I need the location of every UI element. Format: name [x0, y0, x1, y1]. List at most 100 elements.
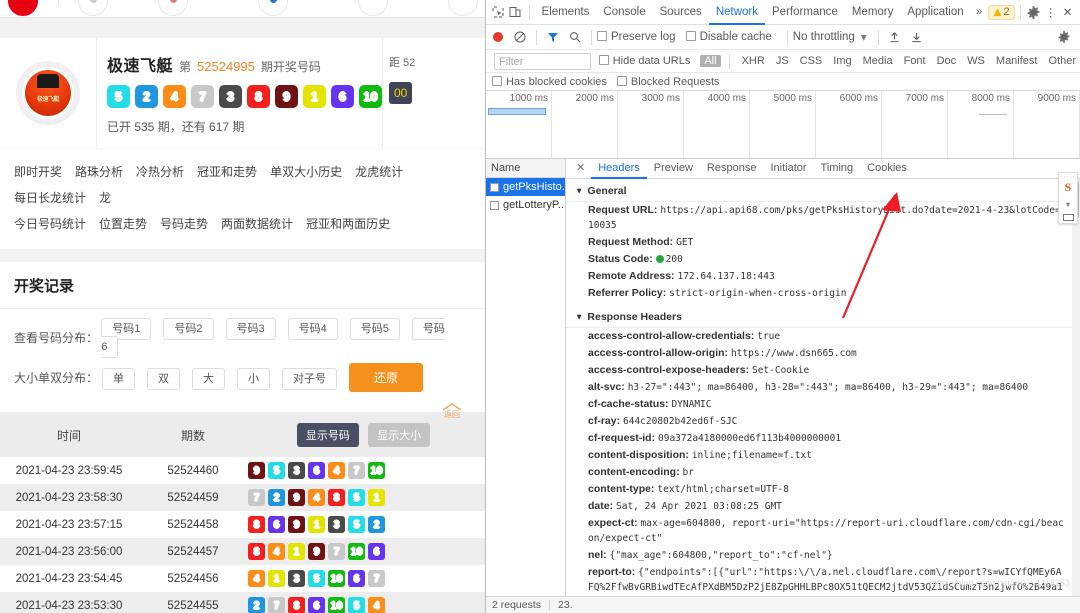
headers-body[interactable]: ▼ General Request URL: https://api.api68.… — [566, 179, 1080, 613]
filter-button[interactable]: 号码4 — [287, 318, 338, 340]
blocked-requests-box[interactable] — [616, 75, 627, 86]
devtools-tab-network[interactable]: Network — [709, 0, 765, 25]
network-controls-row[interactable]: Preserve log Disable cache No throttling… — [486, 25, 1080, 50]
timeline-column[interactable]: 4000 ms — [684, 91, 750, 158]
has-blocked-cookies-checkbox[interactable]: Has blocked cookies — [492, 75, 607, 88]
hide-data-urls-box[interactable] — [598, 55, 609, 65]
more-options-icon[interactable]: ⋮ — [1042, 2, 1059, 22]
devtools-toolbar[interactable]: Elements Console Sources Network Performance… — [486, 0, 1080, 25]
nav-link[interactable]: 冷热分析 — [136, 165, 184, 179]
filter-number-buttons[interactable]: 号码1 号码2 号码3 号码4 号码5 号码6 — [101, 318, 471, 358]
nav-link[interactable]: 路珠分析 — [75, 165, 123, 179]
blocked-requests-checkbox[interactable]: Blocked Requests — [616, 75, 720, 88]
blocked-filters-row[interactable]: Has blocked cookies Blocked Requests — [486, 73, 1080, 91]
nav-link[interactable]: 龙虎统计 — [355, 165, 403, 179]
detail-tab-response[interactable]: Response — [700, 159, 764, 179]
detail-tabs[interactable]: Headers Preview Response Initiator Timing Coo… — [591, 159, 914, 179]
nav-link[interactable]: 即时开奖 — [14, 165, 62, 179]
nav-link[interactable]: 每日长龙统计 — [14, 191, 86, 205]
preserve-log-checkbox[interactable]: Preserve log — [597, 31, 676, 43]
timeline-column[interactable]: 6000 ms — [816, 91, 882, 158]
resource-filter-other[interactable]: Other — [1044, 55, 1080, 67]
sogou-icon[interactable]: S — [1065, 180, 1072, 195]
record-network-log-icon[interactable] — [493, 32, 503, 42]
nav-link[interactable]: 今日号码统计 — [14, 217, 86, 231]
response-headers-section-title[interactable]: ▼ Response Headers — [566, 308, 1080, 328]
nav-link[interactable]: 两面数据统计 — [221, 217, 293, 231]
resource-filter-font[interactable]: Font — [900, 55, 930, 67]
devtools-tab-application[interactable]: Application — [900, 0, 970, 25]
resource-filter-xhr[interactable]: XHR — [738, 55, 769, 67]
browser-tab-strip[interactable] — [0, 0, 485, 18]
table-row[interactable]: 2021-04-23 23:58:30 52524459 7 2 9 4 8 5 1 — [0, 484, 485, 511]
request-item[interactable]: getPksHisto... — [486, 178, 565, 196]
filter-button[interactable]: 小 — [237, 367, 270, 390]
back-to-top-button[interactable]: ︿ 返回 — [435, 393, 469, 420]
show-bigsmall-button[interactable]: 显示大小 — [368, 423, 431, 447]
clear-network-log-icon[interactable] — [509, 27, 531, 47]
filter-input[interactable]: Filter — [494, 52, 591, 70]
site-nav[interactable]: 即时开奖 路珠分析 冷热分析 冠亚和走势 单双大小历史 龙虎统计每日长龙统计龙 今日号码统… — [0, 148, 485, 249]
resource-filter-all[interactable]: All — [700, 55, 721, 67]
ime-chevron-icon[interactable]: ▾ — [1066, 200, 1070, 209]
filter-button[interactable]: 号码5 — [349, 318, 400, 340]
nav-link[interactable]: 冠亚和两面历史 — [306, 217, 390, 231]
disable-cache-box[interactable] — [685, 31, 696, 41]
resource-type-filters[interactable]: All XHR JS CSS Img Media Font Doc WS Manifest Othe… — [700, 53, 1080, 69]
preserve-log-box[interactable] — [597, 31, 607, 41]
detail-tab-initiator[interactable]: Initiator — [763, 159, 813, 179]
network-timeline[interactable]: 1000 ms 2000 ms 3000 ms 4000 ms 5000 ms 6000 … — [486, 91, 1080, 159]
export-har-icon[interactable] — [906, 27, 928, 47]
detail-tab-cookies[interactable]: Cookies — [860, 159, 914, 179]
resource-filter-media[interactable]: Media — [859, 55, 897, 67]
table-row[interactable]: 2021-04-23 23:57:15 52524458 8 6 9 1 3 5 2 — [0, 511, 485, 538]
throttling-select[interactable]: No throttling — [793, 31, 855, 43]
devtools-tab-memory[interactable]: Memory — [845, 0, 901, 25]
timeline-column[interactable]: 7000 ms — [882, 91, 948, 158]
nav-link[interactable]: 单双大小历史 — [270, 165, 342, 179]
table-row[interactable]: 2021-04-23 23:59:45 52524460 9 5 3 6 4 7 10 — [0, 457, 485, 484]
resource-filter-ws[interactable]: WS — [963, 55, 989, 67]
detail-tab-list[interactable]: ✕ Headers Preview Response Initiator Timing C… — [566, 159, 1080, 179]
more-tabs-icon[interactable]: » — [971, 2, 988, 22]
gear-icon[interactable] — [1025, 2, 1042, 22]
resource-filter-doc[interactable]: Doc — [933, 55, 961, 67]
devtools-tab-elements[interactable]: Elements — [534, 0, 596, 25]
resource-filter-img[interactable]: Img — [829, 55, 855, 67]
request-item[interactable]: getLotteryP... — [486, 196, 565, 214]
warning-badge[interactable]: 2 — [987, 4, 1015, 20]
reset-button[interactable]: 还原 — [349, 363, 424, 392]
nav-link[interactable]: 位置走势 — [99, 217, 147, 231]
network-filter-row[interactable]: Filter Hide data URLs All XHR JS CSS Img Medi… — [486, 50, 1080, 73]
inspect-element-icon[interactable] — [490, 2, 507, 22]
nav-row-2[interactable]: 今日号码统计 位置走势 号码走势 两面数据统计 冠亚和两面历史 — [14, 211, 471, 237]
filter-button[interactable]: 号码2 — [163, 318, 214, 340]
has-blocked-cookies-box[interactable] — [492, 75, 502, 86]
filter-button[interactable]: 对子号 — [282, 367, 337, 390]
table-row[interactable]: 2021-04-23 23:56:00 52524457 8 4 1 9 7 10 6 — [0, 538, 485, 565]
devtools-tab-performance[interactable]: Performance — [765, 0, 845, 25]
toggle-device-toolbar-icon[interactable] — [507, 2, 524, 22]
filter-icon[interactable] — [542, 27, 564, 47]
timeline-column[interactable]: 8000 ms — [948, 91, 1014, 158]
resource-filter-js[interactable]: JS — [772, 55, 793, 67]
timeline-column[interactable]: 9000 ms — [1014, 91, 1080, 158]
ime-drag-handle[interactable]: ····· — [1061, 174, 1076, 180]
close-detail-icon[interactable]: ✕ — [570, 159, 591, 179]
import-har-icon[interactable] — [884, 27, 906, 47]
timeline-column[interactable]: 5000 ms — [750, 91, 816, 158]
detail-tab-headers[interactable]: Headers — [591, 159, 647, 179]
hide-data-urls-checkbox[interactable]: Hide data URLs — [598, 55, 690, 67]
disable-cache-checkbox[interactable]: Disable cache — [685, 31, 772, 43]
nav-link[interactable]: 冠亚和走势 — [197, 165, 257, 179]
devtools-tab-list[interactable]: Elements Console Sources Network Performance… — [534, 0, 970, 25]
resource-filter-css[interactable]: CSS — [796, 55, 827, 67]
resource-filter-manifest[interactable]: Manifest — [992, 55, 1042, 67]
timeline-request-bar[interactable] — [488, 108, 546, 115]
timeline-column[interactable]: 2000 ms — [552, 91, 618, 158]
filter-button[interactable]: 号码3 — [225, 318, 276, 340]
search-icon[interactable] — [564, 27, 586, 47]
table-row[interactable]: 2021-04-23 23:53:30 52524455 2 7 8 6 10 5 4 — [0, 592, 485, 613]
ime-floating-toolbar[interactable]: ····· S ▾ — [1058, 172, 1078, 224]
filter-button[interactable]: 大 — [192, 367, 225, 390]
